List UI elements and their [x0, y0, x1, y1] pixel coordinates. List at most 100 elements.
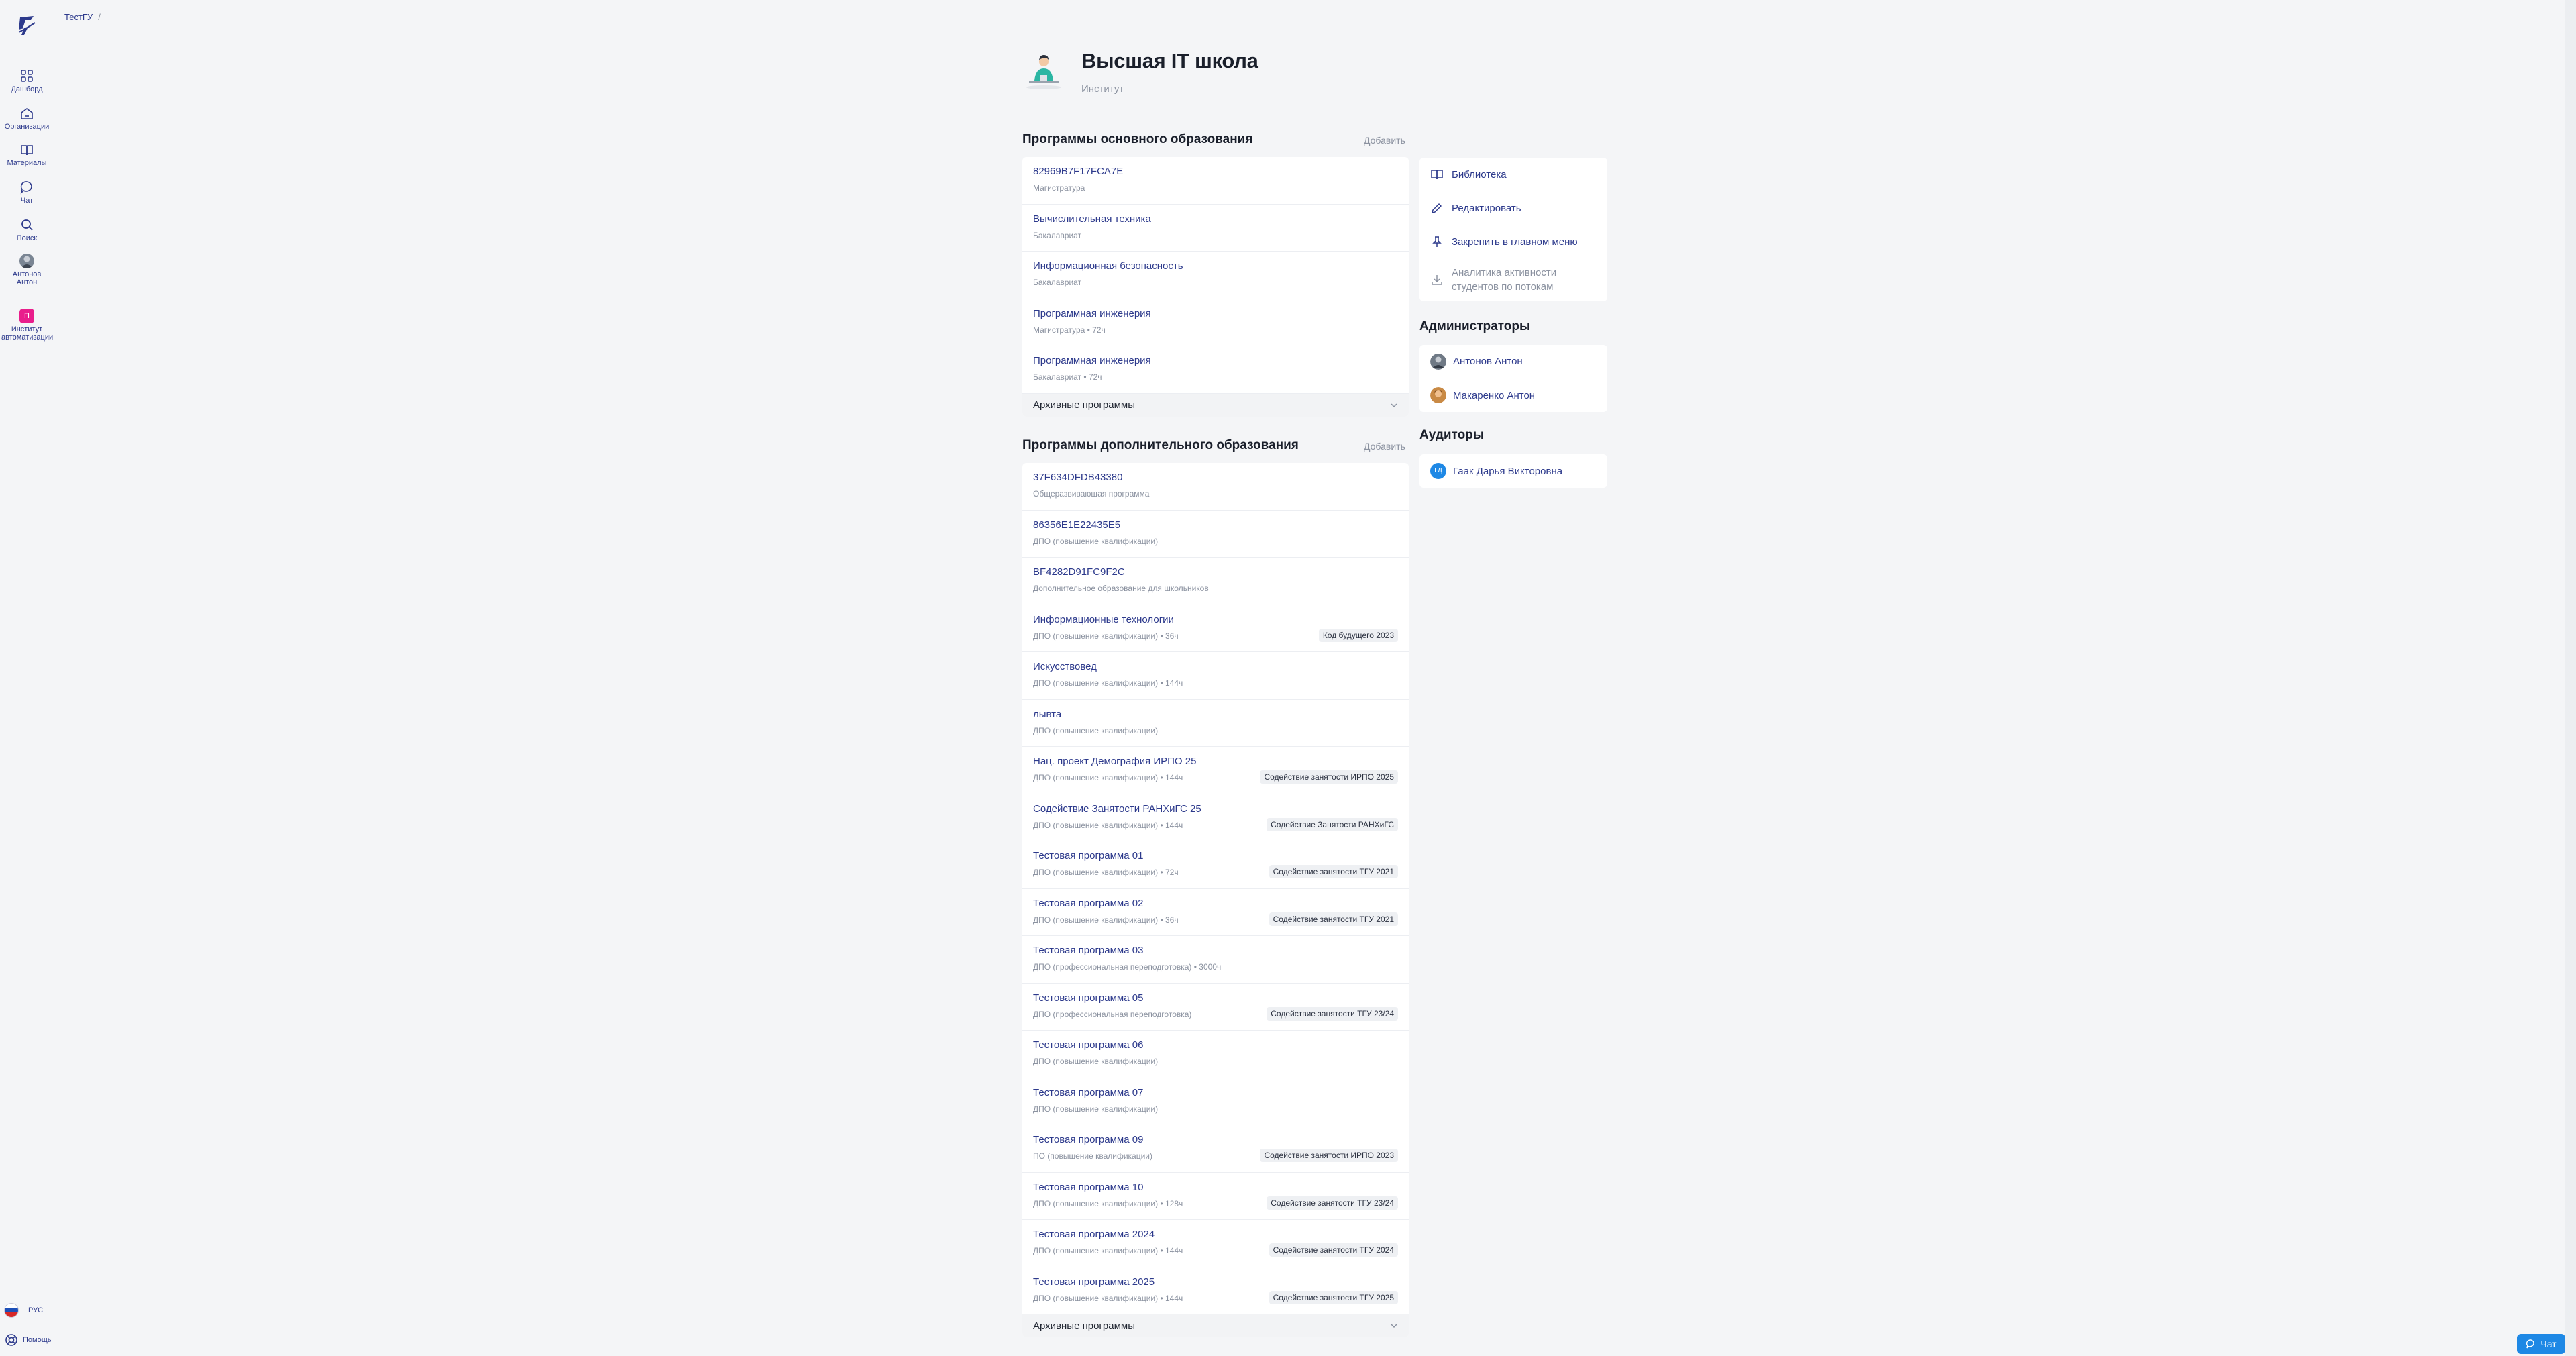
- program-name[interactable]: Информационная безопасность: [1033, 260, 1398, 273]
- program-name[interactable]: Тестовая программа 10: [1033, 1181, 1398, 1194]
- program-name[interactable]: 82969B7F17FCA7E: [1033, 165, 1398, 178]
- program-item[interactable]: Информационные технологии ДПО (повышение …: [1022, 605, 1409, 652]
- breadcrumb-root[interactable]: ТестГУ: [64, 12, 93, 22]
- program-item[interactable]: Тестовая программа 09 ПО (повышение квали…: [1022, 1125, 1409, 1173]
- archive-label: Архивные программы: [1033, 399, 1135, 411]
- program-tag: Содействие занятости ИРПО 2023: [1260, 1149, 1398, 1162]
- archive-programs-toggle[interactable]: Архивные программы: [1022, 1314, 1409, 1337]
- nav-label: Материалы: [7, 159, 47, 167]
- program-name[interactable]: Программная инженерия: [1033, 307, 1398, 321]
- chat-icon: [20, 181, 32, 195]
- program-item[interactable]: Тестовая программа 05 ДПО (профессиональн…: [1022, 984, 1409, 1031]
- program-tag: Содействие занятости ТГУ 2021: [1269, 865, 1398, 878]
- admins-list: Антонов Антон Макаренко Антон: [1419, 345, 1607, 412]
- program-name[interactable]: 37F634DFDB43380: [1033, 471, 1398, 484]
- language-switch[interactable]: РУС: [4, 1303, 43, 1318]
- program-item[interactable]: Тестовая программа 2024 ДПО (повышение кв…: [1022, 1220, 1409, 1267]
- archive-programs-toggle[interactable]: Архивные программы: [1022, 393, 1409, 417]
- program-name[interactable]: 86356E1E22435E5: [1033, 519, 1398, 532]
- program-item[interactable]: лывта ДПО (повышение квалификации): [1022, 700, 1409, 747]
- program-item[interactable]: Информационная безопасность Бакалавриат: [1022, 252, 1409, 299]
- nav-organization-current[interactable]: П Институт автоматизации: [0, 309, 54, 342]
- program-name[interactable]: Информационные технологии: [1033, 613, 1398, 627]
- program-name[interactable]: Программная инженерия: [1033, 354, 1398, 368]
- breadcrumb: ТестГУ /: [64, 12, 101, 22]
- sidebar: Дашборд Организации Материалы Чат Поиск …: [0, 0, 54, 1356]
- auditor-item[interactable]: ГД Гаак Дарья Викторовна: [1419, 454, 1607, 488]
- extra-programs-title: Программы дополнительного образования: [1022, 438, 1299, 452]
- program-name[interactable]: Тестовая программа 06: [1033, 1039, 1398, 1052]
- analytics-link[interactable]: Аналитика активности студентов по потокам: [1419, 258, 1607, 301]
- program-item[interactable]: Тестовая программа 01 ДПО (повышение квал…: [1022, 841, 1409, 889]
- pin-link[interactable]: Закрепить в главном меню: [1419, 225, 1607, 258]
- add-main-program-button[interactable]: Добавить: [1364, 135, 1405, 146]
- program-name[interactable]: Искусствовед: [1033, 660, 1398, 674]
- avatar: [1430, 387, 1446, 403]
- program-name[interactable]: лывта: [1033, 708, 1398, 721]
- nav-profile[interactable]: Антонов Антон: [0, 254, 54, 286]
- program-item[interactable]: Вычислительная техника Бакалавриат: [1022, 205, 1409, 252]
- actions-panel: Библиотека Редактировать Закрепить в гла…: [1419, 158, 1607, 301]
- program-tag: Содействие Занятости РАНХиГС: [1267, 817, 1398, 831]
- program-tag: Код будущего 2023: [1318, 628, 1398, 642]
- page-title: Высшая IT школа: [1081, 49, 1258, 72]
- program-item[interactable]: Программная инженерия Магистратура • 72ч: [1022, 299, 1409, 346]
- admins-title: Администраторы: [1419, 319, 1531, 333]
- chat-button[interactable]: Чат: [2517, 1334, 2565, 1354]
- program-meta: Бакалавриат: [1033, 278, 1082, 287]
- avatar: [19, 254, 34, 268]
- program-item[interactable]: BF4282D91FC9F2C Дополнительное образовани…: [1022, 558, 1409, 605]
- admin-item[interactable]: Макаренко Антон: [1419, 378, 1607, 412]
- program-name[interactable]: Вычислительная техника: [1033, 213, 1398, 226]
- scrollbar[interactable]: [2565, 0, 2576, 1356]
- program-item[interactable]: 37F634DFDB43380 Общеразвивающая программа: [1022, 463, 1409, 511]
- program-item[interactable]: Программная инженерия Бакалавриат • 72ч: [1022, 346, 1409, 394]
- search-icon: [21, 219, 33, 231]
- program-item[interactable]: 86356E1E22435E5 ДПО (повышение квалификац…: [1022, 511, 1409, 558]
- program-item[interactable]: Содействие Занятости РАНХиГС 25 ДПО (повы…: [1022, 794, 1409, 841]
- program-tag: Содействие занятости ТГУ 2021: [1269, 912, 1398, 926]
- nav-chat[interactable]: Чат: [0, 180, 54, 205]
- program-item[interactable]: Тестовая программа 03 ДПО (профессиональн…: [1022, 936, 1409, 984]
- edit-link[interactable]: Редактировать: [1419, 191, 1607, 225]
- program-name[interactable]: BF4282D91FC9F2C: [1033, 566, 1398, 579]
- program-item[interactable]: Искусствовед ДПО (повышение квалификации)…: [1022, 652, 1409, 700]
- add-extra-program-button[interactable]: Добавить: [1364, 441, 1405, 452]
- nav-label: Поиск: [16, 234, 38, 242]
- logo-icon[interactable]: [15, 13, 39, 38]
- program-item[interactable]: Тестовая программа 10 ДПО (повышение квал…: [1022, 1173, 1409, 1220]
- program-item[interactable]: Тестовая программа 06 ДПО (повышение квал…: [1022, 1031, 1409, 1078]
- program-name[interactable]: Нац. проект Демография ИРПО 25: [1033, 755, 1398, 768]
- program-item[interactable]: Тестовая программа 02 ДПО (повышение квал…: [1022, 889, 1409, 936]
- library-link[interactable]: Библиотека: [1419, 158, 1607, 191]
- chat-icon: [2526, 1339, 2535, 1349]
- help-label: Помощь: [23, 1336, 52, 1344]
- program-item[interactable]: Тестовая программа 2025 ДПО (повышение кв…: [1022, 1267, 1409, 1314]
- program-name[interactable]: Тестовая программа 01: [1033, 849, 1398, 863]
- program-item[interactable]: Тестовая программа 07 ДПО (повышение квал…: [1022, 1078, 1409, 1125]
- nav-organizations[interactable]: Организации: [0, 106, 54, 131]
- program-meta: Бакалавриат • 72ч: [1033, 372, 1102, 382]
- chat-button-label: Чат: [2540, 1339, 2557, 1349]
- program-name[interactable]: Содействие Занятости РАНХиГС 25: [1033, 802, 1398, 816]
- program-name[interactable]: Тестовая программа 05: [1033, 992, 1398, 1005]
- nav-search[interactable]: Поиск: [0, 217, 54, 242]
- program-item[interactable]: 82969B7F17FCA7E Магистратура: [1022, 157, 1409, 205]
- program-meta: ДПО (повышение квалификации) • 144ч: [1033, 678, 1183, 688]
- program-name[interactable]: Тестовая программа 09: [1033, 1133, 1398, 1147]
- help-link[interactable]: Помощь: [4, 1333, 52, 1347]
- program-name[interactable]: Тестовая программа 07: [1033, 1086, 1398, 1100]
- program-meta: ДПО (повышение квалификации): [1033, 536, 1159, 546]
- nav-materials[interactable]: Материалы: [0, 142, 54, 167]
- flag-ru-icon: [4, 1303, 19, 1318]
- program-item[interactable]: Нац. проект Демография ИРПО 25 ДПО (повыш…: [1022, 747, 1409, 794]
- breadcrumb-separator: /: [98, 12, 101, 22]
- admin-item[interactable]: Антонов Антон: [1419, 345, 1607, 378]
- book-icon: [21, 145, 33, 156]
- program-meta: ДПО (повышение квалификации): [1033, 1057, 1159, 1066]
- program-name[interactable]: Тестовая программа 2024: [1033, 1228, 1398, 1241]
- program-name[interactable]: Тестовая программа 02: [1033, 897, 1398, 910]
- program-name[interactable]: Тестовая программа 03: [1033, 944, 1398, 957]
- program-name[interactable]: Тестовая программа 2025: [1033, 1275, 1398, 1289]
- nav-dashboard[interactable]: Дашборд: [0, 68, 54, 93]
